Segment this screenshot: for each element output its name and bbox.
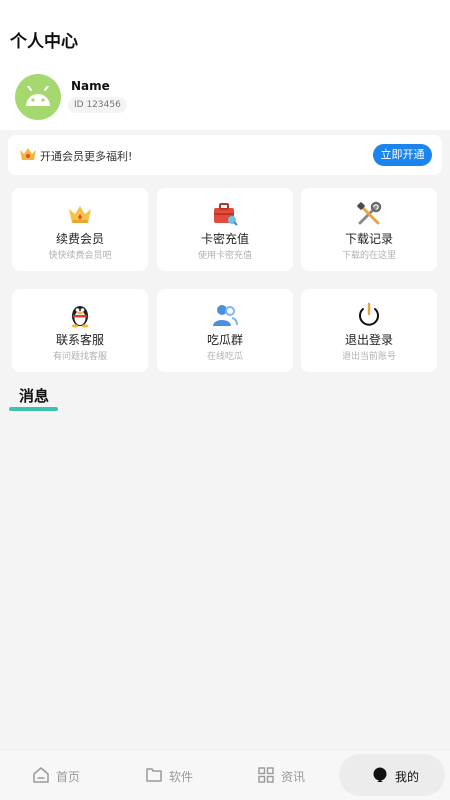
- card-subtitle: 在线吃瓜: [206, 352, 243, 362]
- card-subtitle: 快快续费会员吧: [48, 251, 112, 261]
- tools-icon: [357, 201, 382, 225]
- tab-label: 资讯: [281, 770, 306, 784]
- card-subtitle: 使用卡密充值: [197, 251, 252, 261]
- tab-indicator: [9, 407, 58, 411]
- avatar[interactable]: [15, 74, 61, 120]
- card-recharge-card[interactable]: 卡密充值 使用卡密充值: [157, 188, 293, 271]
- card-label: 联系客服: [55, 333, 104, 347]
- card-label: 卡密充值: [200, 232, 249, 246]
- card-label: 下载记录: [344, 232, 393, 246]
- messages-title[interactable]: 消息: [19, 385, 49, 406]
- tab-software[interactable]: 软件: [113, 754, 219, 796]
- contact-support-card[interactable]: 联系客服 有问题找客服: [12, 289, 148, 372]
- card-subtitle: 有问题找客服: [52, 352, 107, 362]
- folder-icon: [146, 768, 162, 782]
- user-name: Name: [71, 79, 110, 93]
- melon-group-card[interactable]: 吃瓜群 在线吃瓜: [157, 289, 293, 372]
- briefcase-key-icon: [214, 203, 238, 226]
- crown-icon: [20, 148, 36, 160]
- tab-home[interactable]: 首页: [0, 754, 106, 796]
- android-icon: [26, 86, 50, 106]
- vip-banner[interactable]: 开通会员更多福利! 立即开通: [8, 135, 442, 175]
- renew-vip-card[interactable]: 续费会员 快快续费会员吧: [12, 188, 148, 271]
- card-label: 吃瓜群: [206, 333, 243, 347]
- download-history-card[interactable]: 下载记录 下载的在这里: [301, 188, 437, 271]
- crown-icon: [69, 206, 91, 223]
- tab-label: 首页: [56, 770, 81, 784]
- user-icon: [373, 767, 387, 782]
- tab-label: 软件: [169, 770, 194, 784]
- card-subtitle: 退出当前账号: [341, 352, 396, 362]
- tab-mine[interactable]: 我的: [339, 754, 445, 796]
- grid-icon: [258, 767, 274, 783]
- power-icon: [359, 302, 379, 326]
- card-label: 续费会员: [55, 232, 104, 246]
- qq-penguin-icon: [71, 306, 89, 328]
- user-id: ID 123456: [68, 97, 127, 113]
- tab-label: 我的: [395, 770, 420, 784]
- home-icon: [33, 767, 49, 783]
- tab-news[interactable]: 资讯: [225, 754, 331, 796]
- open-vip-button[interactable]: 立即开通: [373, 144, 432, 166]
- card-subtitle: 下载的在这里: [341, 251, 396, 261]
- card-label: 退出登录: [344, 333, 393, 347]
- bottom-tab-bar: 首页 软件 资讯 我的: [0, 749, 450, 800]
- app-header: 个人中心: [0, 0, 450, 60]
- vip-text: 开通会员更多福利!: [40, 150, 133, 163]
- logout-card[interactable]: 退出登录 退出当前账号: [301, 289, 437, 372]
- group-icon: [213, 305, 238, 326]
- page-title: 个人中心: [10, 32, 78, 52]
- profile-section[interactable]: Name ID 123456: [0, 60, 450, 130]
